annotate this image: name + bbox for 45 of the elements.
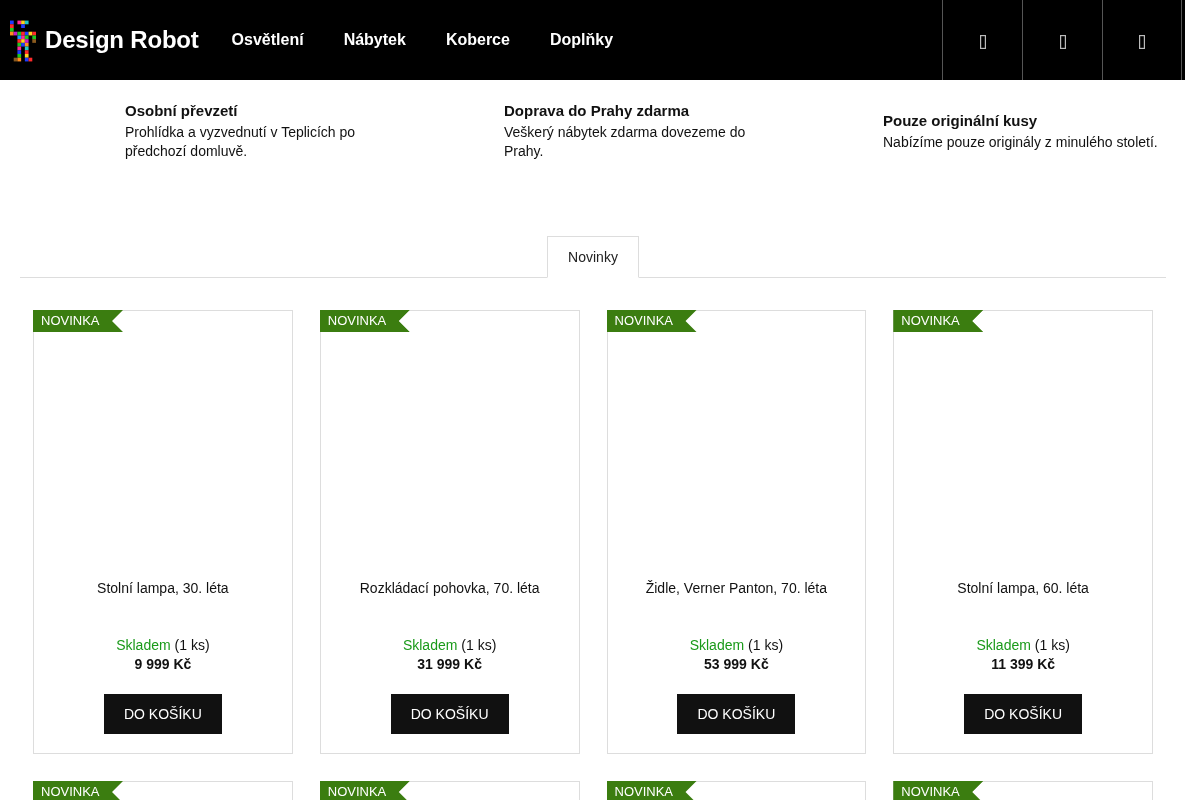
product-name[interactable]: Rozkládací pohovka, 70. léta bbox=[359, 578, 540, 598]
add-to-cart-button[interactable]: DO KOŠÍKU bbox=[103, 694, 222, 734]
benefit-title: Osobní převzetí bbox=[125, 102, 239, 120]
benefit-title: Pouze originální kusy bbox=[883, 111, 1039, 130]
product-price: 31 999 Kč bbox=[417, 655, 482, 674]
add-to-cart-button[interactable]: DO KOŠÍKU bbox=[390, 694, 509, 734]
stock-status: Skladem bbox=[402, 637, 458, 653]
product-name[interactable]: Židle, Verner Panton, 70. léta bbox=[645, 578, 828, 598]
nav-link[interactable]: Nábytek bbox=[323, 31, 426, 49]
nav-link[interactable]: Koberce bbox=[425, 31, 530, 49]
stock-quantity: (1 ks) bbox=[1034, 637, 1070, 653]
new-badge: NOVINKA bbox=[893, 310, 984, 332]
stock-quantity: (1 ks) bbox=[748, 637, 784, 653]
product-price: 53 999 Kč bbox=[704, 655, 769, 674]
new-badge: NOVINKA bbox=[606, 310, 697, 332]
product-price: 11 399 Kč bbox=[991, 655, 1056, 674]
stock-quantity: (1 ks) bbox=[174, 637, 210, 653]
missing-glyph-icon bbox=[1139, 35, 1145, 49]
stock-status: Skladem bbox=[116, 637, 171, 653]
benefit-text: Nabízíme pouze originály z minulého století. bbox=[883, 132, 1159, 152]
missing-glyph-icon bbox=[1059, 35, 1066, 49]
nav-link[interactable]: Doplňky bbox=[529, 31, 634, 49]
stock-status: Skladem bbox=[976, 637, 1031, 653]
add-to-cart-button[interactable]: DO KOŠÍKU bbox=[677, 694, 796, 734]
logo-icon[interactable] bbox=[10, 19, 36, 62]
benefit-text: Prohlídka a vyzvednutí v Teplicích po předchozí domluvě. bbox=[125, 123, 357, 161]
new-badge: NOVINKA bbox=[893, 781, 984, 800]
new-badge: NOVINKA bbox=[33, 781, 123, 800]
header-icon-button[interactable] bbox=[1102, 0, 1182, 80]
stock-quantity: (1 ks) bbox=[461, 637, 497, 653]
product-name[interactable]: Stolní lampa, 30. léta bbox=[97, 578, 229, 598]
product-name[interactable]: Stolní lampa, 60. léta bbox=[957, 578, 1089, 598]
brand-name[interactable]: Design Robot bbox=[45, 26, 199, 54]
new-badge: NOVINKA bbox=[319, 310, 410, 332]
missing-glyph-icon bbox=[979, 35, 986, 49]
nav-link[interactable]: Osvětlení bbox=[211, 31, 324, 49]
benefit-title: Doprava do Prahy zdarma bbox=[504, 102, 691, 120]
new-badge: NOVINKA bbox=[606, 781, 697, 800]
add-to-cart-button[interactable]: DO KOŠÍKU bbox=[964, 694, 1082, 734]
benefit-text: Veškerý nábytek zdarma dovezeme do Prahy. bbox=[504, 123, 747, 161]
new-badge: NOVINKA bbox=[33, 310, 123, 332]
tab[interactable]: Novinky bbox=[547, 236, 639, 278]
stock-status: Skladem bbox=[689, 637, 745, 653]
product-price: 9 999 Kč bbox=[134, 655, 192, 674]
new-badge: NOVINKA bbox=[319, 781, 410, 800]
